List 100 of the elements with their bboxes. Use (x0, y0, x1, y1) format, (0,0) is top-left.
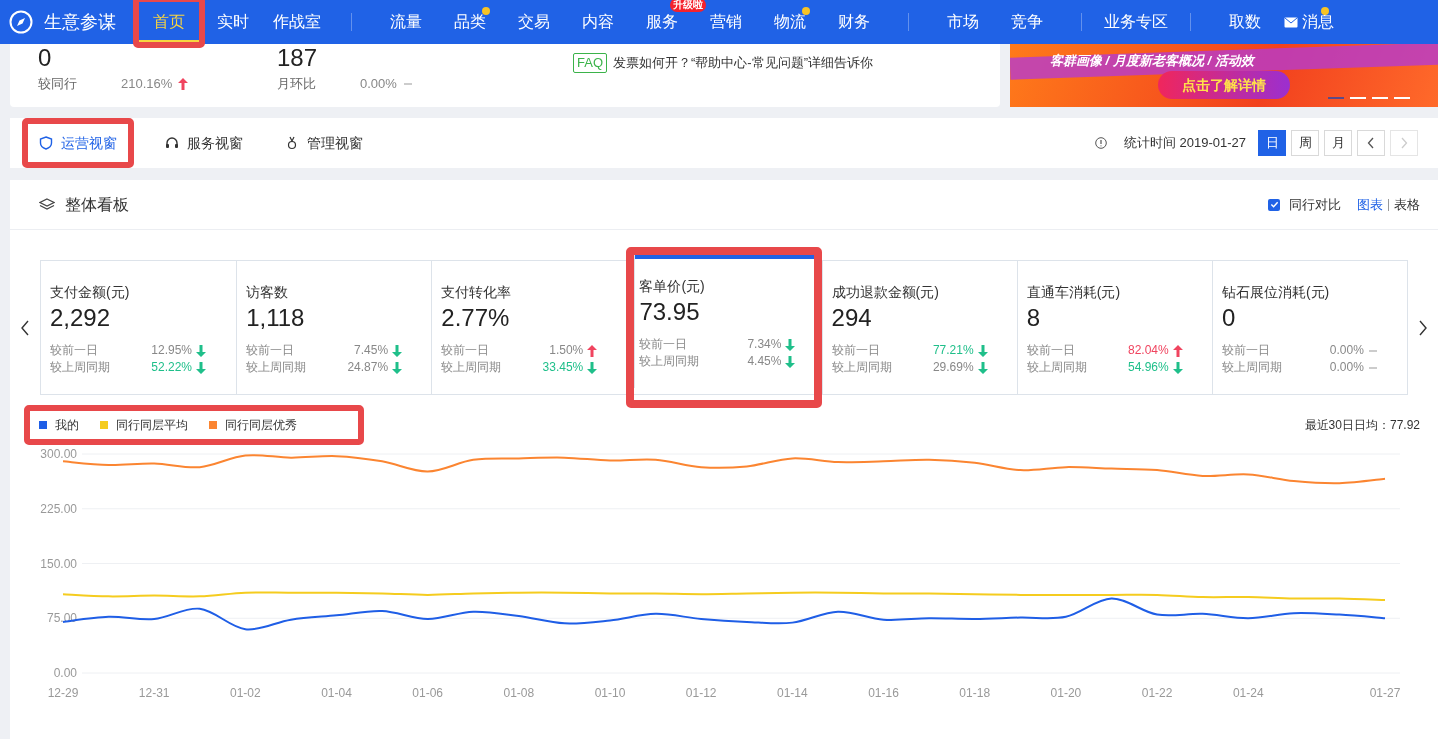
stat-compare-value: 210.16% (121, 75, 173, 93)
legend-label: 我的 (55, 417, 79, 434)
compare-label: 较前一日 (831, 342, 881, 359)
metric-value: 8 (1026, 303, 1042, 333)
chevron-left-icon (20, 319, 30, 336)
x-axis-label: 01-04 (321, 686, 352, 700)
view-mode-link[interactable]: 表格 (1394, 194, 1420, 215)
metric-value: 2.77% (441, 303, 511, 333)
carousel-indicator[interactable] (1394, 97, 1410, 99)
next-button[interactable] (1390, 130, 1418, 156)
compare-value: 7.45% (353, 342, 389, 359)
compare-value: 54.96% (1127, 359, 1169, 376)
metric-card[interactable]: 客单价(元) 73.95 较前一日 7.34% 较上周同期 4.45% (634, 255, 814, 388)
banner-caption: 客群画像 / 月度新老客概况 / 活动效 (1050, 52, 1254, 70)
compare-label: 较上周同期 (1221, 359, 1283, 376)
view-tab[interactable]: 服务视窗 (154, 124, 254, 162)
metric-value: 1,118 (246, 303, 306, 333)
x-axis-label: 01-08 (503, 686, 535, 700)
metric-label: 支付金额(元) (50, 283, 131, 301)
view-tab[interactable]: 运营视窗 (28, 124, 128, 162)
compare-label: 较上周同期 (639, 353, 701, 370)
headphones-icon (165, 136, 179, 150)
nav-item[interactable]: 交易 (502, 0, 566, 44)
metric-label: 成功退款金额(元) (831, 283, 940, 301)
compare-value: 12.95% (150, 342, 192, 359)
nav-item[interactable]: 内容 (566, 0, 630, 44)
compare-label: 较上周同期 (831, 359, 893, 376)
metric-label: 钻石展位消耗(元) (1221, 283, 1331, 301)
metric-label: 访客数 (246, 283, 290, 301)
x-axis-label: 12-31 (138, 686, 170, 700)
y-axis-label: 225.00 (40, 501, 77, 516)
legend-label: 同行同层平均 (116, 417, 188, 434)
metric-label: 直通车消耗(元) (1026, 283, 1122, 301)
carousel-indicator[interactable] (1350, 97, 1366, 99)
metric-label: 客单价(元) (639, 277, 706, 295)
medal-icon (285, 136, 299, 150)
brand-title: 生意参谋 (44, 10, 116, 34)
compare-value: 82.04% (1127, 342, 1169, 359)
compare-value: 7.34% (746, 336, 782, 353)
compare-value: 77.21% (931, 342, 974, 359)
x-axis-label: 01-02 (230, 686, 261, 700)
nav-item[interactable]: 物流 (758, 0, 822, 44)
y-axis-label: 150.00 (40, 556, 77, 571)
carousel-indicator[interactable] (1328, 97, 1344, 99)
chevron-left-icon (1367, 137, 1375, 149)
chevron-right-icon (1418, 319, 1428, 336)
compare-label: 较前一日 (246, 342, 296, 359)
compare-label: 较上周同期 (50, 359, 111, 376)
compare-label: 较前一日 (639, 336, 689, 353)
x-axis-label: 01-18 (959, 686, 991, 700)
compass-logo-icon (9, 10, 33, 34)
banner-button[interactable]: 点击了解详情 (1158, 71, 1290, 99)
compare-value: 33.45% (541, 359, 584, 376)
shield-icon (39, 136, 53, 150)
x-axis-label: 12-29 (47, 686, 79, 700)
stat-value: 187 (277, 44, 318, 73)
compare-label: 较上周同期 (1026, 359, 1088, 376)
compare-label: 较上周同期 (441, 359, 503, 376)
mail-icon (1284, 16, 1298, 28)
metric-label: 支付转化率 (441, 283, 513, 301)
x-axis-label: 01-22 (1141, 686, 1173, 700)
view-tab[interactable]: 管理视窗 (274, 124, 374, 162)
compare-value: 1.50% (548, 342, 584, 359)
info-icon (1094, 137, 1107, 149)
carousel-indicator[interactable] (1372, 97, 1388, 99)
nav-item[interactable]: 实时 (201, 0, 265, 44)
nav-item[interactable]: 流量 (374, 0, 438, 44)
checkbox-label: 同行对比 (1289, 195, 1341, 214)
metric-value: 73.95 (639, 297, 701, 327)
x-axis-label: 01-12 (685, 686, 717, 700)
nav-item[interactable]: 消息 (1277, 0, 1341, 44)
nav-item[interactable]: 市场 (931, 0, 995, 44)
nav-item[interactable]: 财务 (822, 0, 886, 44)
faq-link[interactable]: 发票如何开？“帮助中心-常见问题”详细告诉你 (613, 53, 873, 73)
nav-item[interactable]: 首页 (137, 0, 201, 44)
period-button[interactable]: 周 (1291, 130, 1319, 156)
checkbox[interactable] (1268, 198, 1280, 211)
compare-value: 29.69% (931, 359, 974, 376)
nav-item[interactable]: 竞争 (995, 0, 1059, 44)
metric-value: 294 (831, 303, 873, 333)
check-icon (1269, 200, 1279, 209)
compare-value: 0.00% (1328, 359, 1364, 376)
nav-item[interactable]: 品类 (438, 0, 502, 44)
nav-item[interactable]: 作战室 (265, 0, 329, 44)
y-axis-label: 300.00 (40, 447, 77, 461)
x-axis-label: 01-06 (412, 686, 444, 700)
x-axis-label: 01-24 (1232, 686, 1264, 700)
panel-title: 整体看板 (65, 194, 129, 215)
period-button[interactable]: 月 (1324, 130, 1352, 156)
daily-average: 最近30日日均：77.92 (1304, 417, 1420, 434)
legend-label: 同行同层优秀 (225, 417, 297, 434)
compare-label: 较前一日 (1221, 342, 1271, 359)
previous-button[interactable] (1357, 130, 1385, 156)
view-mode-link[interactable]: 图表 (1357, 194, 1383, 215)
nav-item[interactable]: 业务专区 (1104, 0, 1168, 44)
period-button[interactable]: 日 (1258, 130, 1286, 156)
stat-value: 0 (38, 44, 52, 73)
upgrade-badge: 升级啦 (670, 0, 706, 12)
compare-value: 0.00% (1328, 342, 1364, 359)
nav-item[interactable]: 取数 (1213, 0, 1277, 44)
